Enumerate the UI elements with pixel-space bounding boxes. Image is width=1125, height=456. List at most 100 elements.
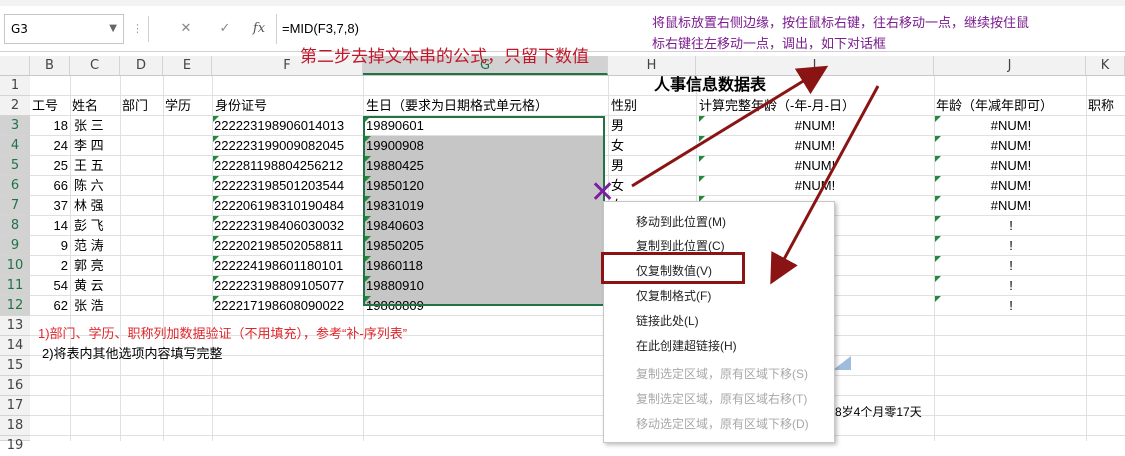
- header-cell[interactable]: 学历: [165, 96, 211, 116]
- note-fill[interactable]: 2)将表内其他选项内容填写完整: [42, 344, 223, 364]
- cell-name[interactable]: 林 强: [74, 196, 120, 216]
- header-cell[interactable]: 计算完整年龄（-年-月-日）: [699, 96, 933, 116]
- cell-age-full[interactable]: #NUM!: [700, 116, 930, 136]
- cell-name[interactable]: 陈 六: [74, 176, 120, 196]
- cell-id[interactable]: 66: [32, 176, 68, 196]
- cell-id[interactable]: 9: [32, 236, 68, 256]
- selection-range[interactable]: [363, 116, 605, 306]
- menu-item-move-here[interactable]: 移动到此位置(M): [636, 210, 726, 234]
- header-cell[interactable]: 工号: [32, 96, 72, 116]
- cell-name[interactable]: 范 涛: [74, 236, 120, 256]
- cell-idcard[interactable]: 222223198501203544: [214, 176, 363, 196]
- cell-name[interactable]: 王 五: [74, 156, 120, 176]
- cell-id[interactable]: 37: [32, 196, 68, 216]
- cell-age[interactable]: !: [936, 256, 1086, 276]
- row-header[interactable]: 16: [0, 376, 30, 396]
- cell-age[interactable]: !: [936, 216, 1086, 236]
- cell-idcard[interactable]: 222223198406030032: [214, 216, 363, 236]
- row-header[interactable]: 6: [0, 176, 30, 196]
- row-header[interactable]: 8: [0, 216, 30, 236]
- cell-name[interactable]: 李 四: [74, 136, 120, 156]
- row-header[interactable]: 17: [0, 396, 30, 416]
- cell-sex[interactable]: 男: [611, 156, 671, 176]
- cell-sex[interactable]: 女: [611, 176, 671, 196]
- cell-idcard[interactable]: 222224198601180101: [214, 256, 363, 276]
- cell-idcard[interactable]: 222223198906014013: [214, 116, 363, 136]
- row-header[interactable]: 1: [0, 76, 30, 96]
- cell-age[interactable]: !: [936, 276, 1086, 296]
- column-header[interactable]: J: [934, 56, 1086, 75]
- cell-idcard[interactable]: 222206198310190484: [214, 196, 363, 216]
- cell-age[interactable]: #NUM!: [936, 116, 1086, 136]
- cell-sex[interactable]: 男: [611, 116, 671, 136]
- row-header[interactable]: 11: [0, 276, 30, 296]
- cell-age[interactable]: #NUM!: [936, 176, 1086, 196]
- cell-name[interactable]: 彭 飞: [74, 216, 120, 236]
- cell-age-full[interactable]: #NUM!: [700, 156, 930, 176]
- fx-icon[interactable]: fx: [248, 20, 270, 38]
- cell-name[interactable]: 郭 亮: [74, 256, 120, 276]
- cell-age[interactable]: #NUM!: [936, 156, 1086, 176]
- column-header[interactable]: B: [30, 56, 70, 75]
- row-header[interactable]: 7: [0, 196, 30, 216]
- cell-age[interactable]: #NUM!: [936, 196, 1086, 216]
- chevron-down-icon[interactable]: ▼: [109, 15, 117, 43]
- cell-id[interactable]: 14: [32, 216, 68, 236]
- check-icon[interactable]: ✓: [214, 20, 236, 38]
- cell-id[interactable]: 18: [32, 116, 68, 136]
- row-header[interactable]: 15: [0, 356, 30, 376]
- header-cell[interactable]: 部门: [122, 96, 164, 116]
- cell-sex[interactable]: 女: [611, 136, 671, 156]
- row-header[interactable]: 5: [0, 156, 30, 176]
- row-header[interactable]: 4: [0, 136, 30, 156]
- column-header[interactable]: H: [608, 56, 696, 75]
- row-header[interactable]: 10: [0, 256, 30, 276]
- header-cell[interactable]: 姓名: [72, 96, 120, 116]
- select-all-corner[interactable]: [0, 56, 30, 75]
- cell-idcard[interactable]: 222202198502058811: [214, 236, 363, 256]
- column-header[interactable]: C: [70, 56, 120, 75]
- cell-idcard[interactable]: 222281198804256212: [214, 156, 363, 176]
- menu-item-link-here[interactable]: 链接此处(L): [636, 309, 699, 333]
- cell-idcard[interactable]: 222223198809105077: [214, 276, 363, 296]
- cell-id[interactable]: 62: [32, 296, 68, 316]
- cell-id[interactable]: 2: [32, 256, 68, 276]
- header-cell[interactable]: 年龄（年减年即可）: [936, 96, 1086, 116]
- cell-name[interactable]: 张 三: [74, 116, 120, 136]
- header-cell[interactable]: 职称: [1088, 96, 1125, 116]
- cell-age-full[interactable]: #NUM!: [700, 176, 930, 196]
- cell-name[interactable]: 黄 云: [74, 276, 120, 296]
- column-header[interactable]: K: [1086, 56, 1125, 75]
- row-header[interactable]: 3: [0, 116, 30, 136]
- column-header[interactable]: E: [163, 56, 212, 75]
- column-header[interactable]: I: [696, 56, 934, 75]
- row-header[interactable]: 9: [0, 236, 30, 256]
- cell-age[interactable]: !: [936, 296, 1086, 316]
- name-box[interactable]: G3 ▼: [4, 14, 124, 44]
- formula-input[interactable]: =MID(F3,7,8): [282, 14, 359, 44]
- error-indicator-icon: [213, 196, 219, 202]
- row-header[interactable]: 19: [0, 436, 30, 453]
- close-icon[interactable]: ✕: [175, 20, 197, 38]
- column-header[interactable]: D: [120, 56, 163, 75]
- cell-id[interactable]: 54: [32, 276, 68, 296]
- cell-idcard[interactable]: 222217198608090022: [214, 296, 363, 316]
- menu-item-copy-formats-only[interactable]: 仅复制格式(F): [636, 284, 711, 308]
- cell-age[interactable]: !: [936, 236, 1086, 256]
- header-cell[interactable]: 生日（要求为日期格式单元格）: [366, 96, 606, 116]
- row-header[interactable]: 2: [0, 96, 30, 116]
- row-header[interactable]: 12: [0, 296, 30, 316]
- cell-idcard[interactable]: 222223199009082045: [214, 136, 363, 156]
- row-header[interactable]: 14: [0, 336, 30, 356]
- note-validation[interactable]: 1)部门、学历、职称列加数据验证（不用填充），参考“补-序列表”: [38, 324, 407, 344]
- header-cell[interactable]: 身份证号: [215, 96, 361, 116]
- cell-id[interactable]: 24: [32, 136, 68, 156]
- row-header[interactable]: 13: [0, 316, 30, 336]
- cell-age[interactable]: #NUM!: [936, 136, 1086, 156]
- row-header[interactable]: 18: [0, 416, 30, 436]
- cell-id[interactable]: 25: [32, 156, 68, 176]
- cell-name[interactable]: 张 浩: [74, 296, 120, 316]
- header-cell[interactable]: 性别: [611, 96, 695, 116]
- menu-item-create-hyperlink[interactable]: 在此创建超链接(H): [636, 334, 737, 358]
- cell-age-full[interactable]: #NUM!: [700, 136, 930, 156]
